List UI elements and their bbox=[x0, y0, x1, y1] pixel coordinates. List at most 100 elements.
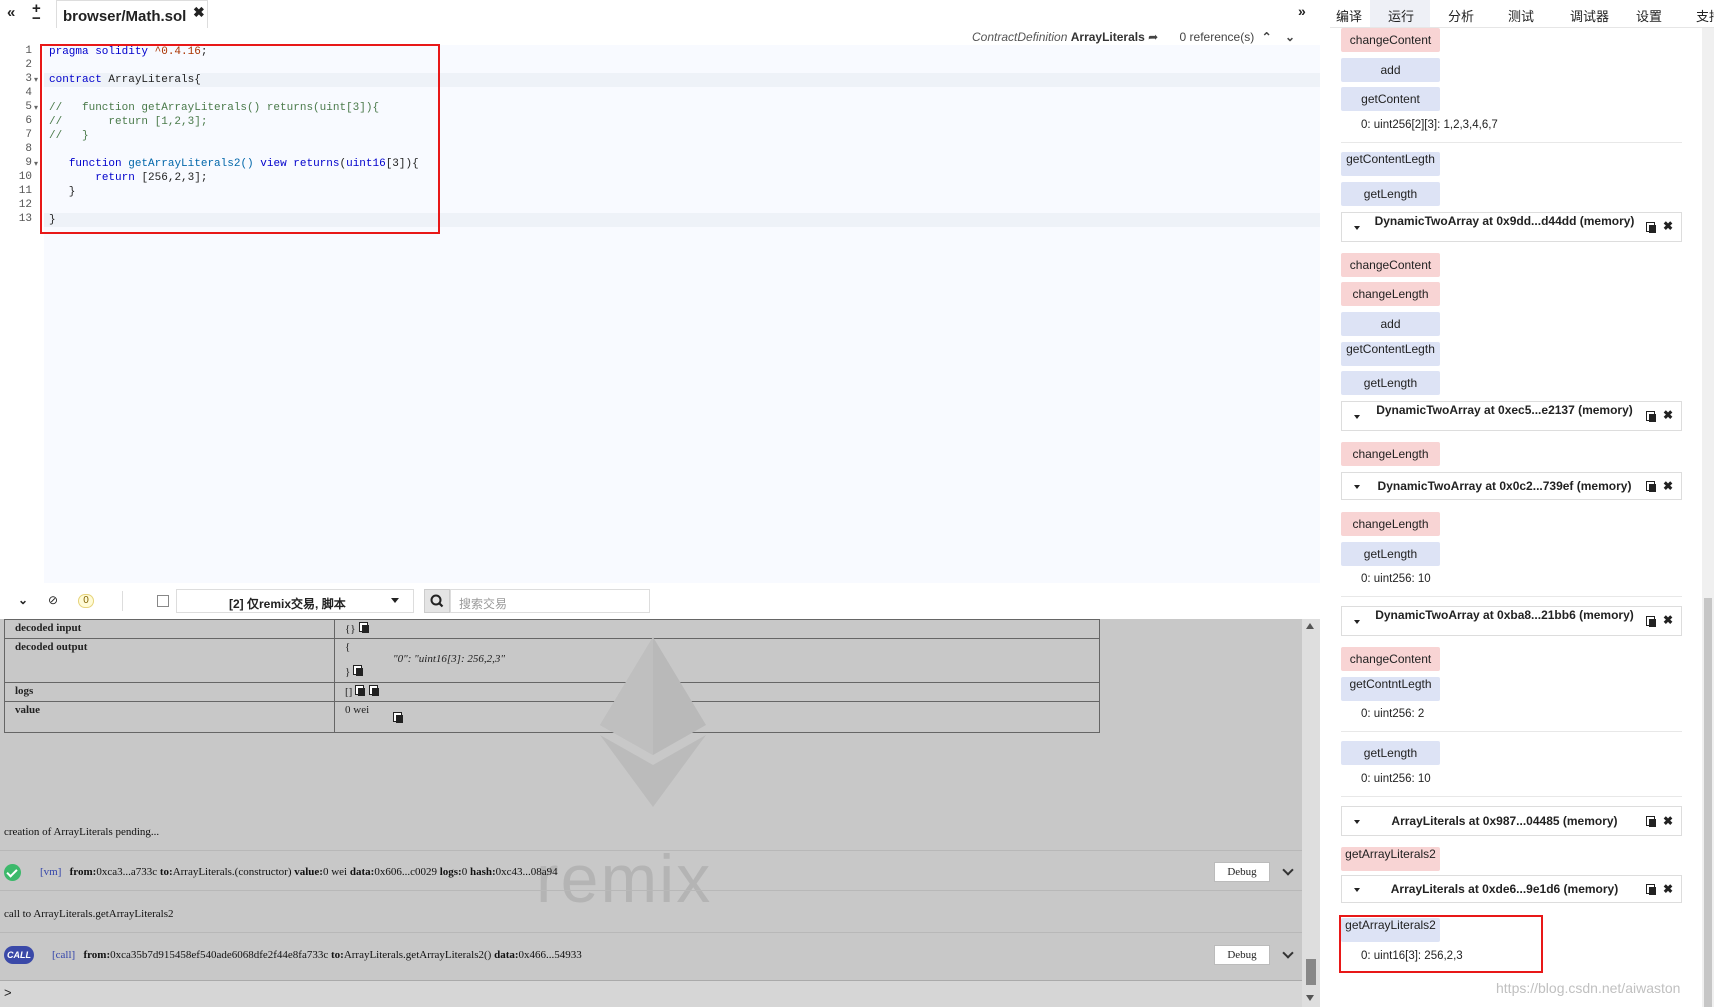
fold-toggle-icon[interactable]: ▾ bbox=[34, 75, 38, 84]
tab-debugger[interactable]: 调试器 bbox=[1570, 6, 1609, 25]
tx-filter-select[interactable]: [2] 仅remix交易, 脚本 bbox=[176, 589, 414, 613]
tab-test[interactable]: 测试 bbox=[1508, 6, 1534, 25]
scroll-thumb[interactable] bbox=[1704, 598, 1712, 1007]
tab-support[interactable]: 支持 bbox=[1696, 6, 1714, 25]
copy-icon[interactable] bbox=[369, 685, 380, 696]
decoded-output-cell: { "0": "uint16[3]: 256,2,3" } bbox=[334, 638, 1100, 683]
instance-header[interactable]: DynamicTwoArray at 0xec5...e2137 (memory… bbox=[1341, 401, 1682, 431]
tx-data-value: 0x466...54933 bbox=[518, 949, 582, 961]
scroll-thumb[interactable] bbox=[1306, 959, 1316, 985]
tx-summary-call[interactable]: [call] from:0xca35b7d915458ef540ade6068d… bbox=[52, 949, 582, 961]
tab-analysis[interactable]: 分析 bbox=[1448, 6, 1474, 25]
chevron-down-icon[interactable]: ⌄ bbox=[1285, 30, 1295, 44]
get-length-button[interactable]: getLength bbox=[1341, 182, 1440, 206]
change-length-button[interactable]: changeLength bbox=[1341, 512, 1440, 536]
scroll-down-icon[interactable] bbox=[1306, 995, 1314, 1001]
tx-value-key: value: bbox=[294, 866, 323, 878]
tab-settings[interactable]: 设置 bbox=[1636, 6, 1662, 25]
get-length-button[interactable]: getLength bbox=[1341, 371, 1440, 395]
copy-icon[interactable] bbox=[393, 712, 404, 723]
tx-search-input[interactable]: 搜索交易 bbox=[450, 589, 650, 613]
table-row: decoded output { "0": "uint16[3]: 256,2,… bbox=[4, 638, 1100, 683]
ethereum-logo-icon bbox=[600, 637, 706, 807]
tab-file-name: browser/Math.sol bbox=[63, 8, 187, 25]
decoded-output-value: "0": "uint16[3]: 256,2,3" bbox=[393, 653, 505, 665]
fold-toggle-icon[interactable]: ▾ bbox=[34, 159, 38, 168]
get-length-button[interactable]: getLength bbox=[1341, 741, 1440, 765]
caret-down-icon bbox=[1354, 620, 1360, 624]
tx-tag: [vm] bbox=[40, 866, 62, 878]
scroll-tabs-right-icon[interactable]: » bbox=[1298, 3, 1306, 19]
tab-run[interactable]: 运行 bbox=[1388, 6, 1414, 25]
copy-icon[interactable] bbox=[1646, 481, 1657, 492]
change-content-button[interactable]: changeContent bbox=[1341, 647, 1440, 671]
copy-icon[interactable] bbox=[358, 622, 370, 633]
close-tab-icon[interactable]: ✖ bbox=[193, 4, 205, 21]
clear-console-icon[interactable]: ⊘ bbox=[48, 593, 58, 607]
debug-button[interactable]: Debug bbox=[1214, 862, 1270, 882]
instance-header[interactable]: DynamicTwoArray at 0x0c2...739ef (memory… bbox=[1341, 472, 1682, 500]
get-array-literals2-button[interactable]: getArrayLiterals2 bbox=[1341, 847, 1440, 871]
goto-definition-icon[interactable]: ➦ bbox=[1148, 30, 1158, 44]
terminal-input[interactable]: > bbox=[0, 980, 1302, 1007]
copy-icon[interactable] bbox=[1646, 411, 1657, 422]
get-content-legth-button[interactable]: getContentLegth bbox=[1341, 152, 1440, 176]
tab-compile[interactable]: 编译 bbox=[1336, 6, 1362, 25]
right-panel-scrollbar[interactable] bbox=[1702, 28, 1714, 1007]
tx-to-value: ArrayLiterals.getArrayLiterals2() bbox=[343, 949, 492, 961]
copy-icon[interactable] bbox=[1646, 884, 1657, 895]
add-button[interactable]: add bbox=[1341, 58, 1440, 82]
close-icon[interactable]: ✖ bbox=[1663, 408, 1673, 422]
change-length-button[interactable]: changeLength bbox=[1341, 442, 1440, 466]
instance-header[interactable]: DynamicTwoArray at 0xba8...21bb6 (memory… bbox=[1341, 606, 1682, 636]
result-get-length: 0: uint256: 10 bbox=[1361, 573, 1431, 585]
terminal-message: call to ArrayLiterals.getArrayLiterals2 bbox=[4, 908, 174, 920]
tab-math-sol[interactable]: browser/Math.sol ✖ bbox=[56, 0, 208, 28]
instance-title: ArrayLiterals at 0x987...04485 (memory) bbox=[1391, 814, 1618, 828]
change-length-button[interactable]: changeLength bbox=[1341, 282, 1440, 306]
get-contnt-legth-button[interactable]: getContntLegth bbox=[1341, 677, 1440, 701]
copy-icon[interactable] bbox=[353, 665, 364, 676]
tx-summary-vm[interactable]: [vm] from:0xca3...a733c to:ArrayLiterals… bbox=[40, 866, 558, 878]
instance-title: DynamicTwoArray at 0x9dd...d44dd (memory… bbox=[1374, 214, 1635, 228]
close-icon[interactable]: ✖ bbox=[1663, 479, 1673, 493]
tx-from-value: 0xca3...a733c bbox=[96, 866, 158, 878]
line-number: 11 bbox=[18, 185, 32, 197]
table-row: decoded input {} bbox=[4, 619, 1100, 639]
change-content-button[interactable]: changeContent bbox=[1341, 253, 1440, 277]
result-get-contnt-legth: 0: uint256: 2 bbox=[1361, 708, 1425, 720]
close-icon[interactable]: ✖ bbox=[1663, 882, 1673, 896]
tx-logs-key: logs: bbox=[439, 866, 462, 878]
close-icon[interactable]: ✖ bbox=[1663, 219, 1673, 233]
add-button[interactable]: add bbox=[1341, 312, 1440, 336]
tx-from-key: from: bbox=[83, 949, 111, 961]
listen-network-checkbox[interactable] bbox=[157, 595, 169, 607]
get-content-legth-button[interactable]: getContentLegth bbox=[1341, 342, 1440, 366]
instance-header[interactable]: DynamicTwoArray at 0x9dd...d44dd (memory… bbox=[1341, 212, 1682, 242]
scroll-tabs-left-icon[interactable]: « bbox=[7, 4, 15, 21]
change-content-button[interactable]: changeContent bbox=[1341, 28, 1440, 52]
copy-icon[interactable] bbox=[355, 685, 366, 696]
divider bbox=[0, 890, 1302, 891]
instance-header[interactable]: ArrayLiterals at 0xde6...9e1d6 (memory) … bbox=[1341, 875, 1682, 903]
debug-button[interactable]: Debug bbox=[1214, 945, 1270, 965]
chevron-up-icon[interactable]: ⌃ bbox=[1262, 30, 1272, 44]
get-content-button[interactable]: getContent bbox=[1341, 87, 1440, 111]
scroll-up-icon[interactable] bbox=[1306, 623, 1314, 629]
copy-icon[interactable] bbox=[1646, 616, 1657, 627]
instance-header[interactable]: ArrayLiterals at 0x987...04485 (memory) … bbox=[1341, 806, 1682, 836]
pending-tx-badge: 0 bbox=[78, 594, 94, 608]
terminal-scrollbar[interactable] bbox=[1302, 619, 1320, 1007]
fold-toggle-icon[interactable]: ▾ bbox=[34, 103, 38, 112]
close-icon[interactable]: ✖ bbox=[1663, 814, 1673, 828]
copy-icon[interactable] bbox=[1646, 816, 1657, 827]
tx-from-key: from: bbox=[69, 866, 97, 878]
collapse-terminal-icon[interactable]: ⌄ bbox=[18, 593, 28, 607]
zoom-out-icon[interactable]: − bbox=[32, 10, 41, 27]
copy-icon[interactable] bbox=[1646, 222, 1657, 233]
close-icon[interactable]: ✖ bbox=[1663, 613, 1673, 627]
tx-value-value: 0 wei bbox=[322, 866, 348, 878]
search-button[interactable] bbox=[424, 589, 450, 613]
decoded-output-key: decoded output bbox=[4, 638, 335, 683]
get-length-button[interactable]: getLength bbox=[1341, 542, 1440, 566]
